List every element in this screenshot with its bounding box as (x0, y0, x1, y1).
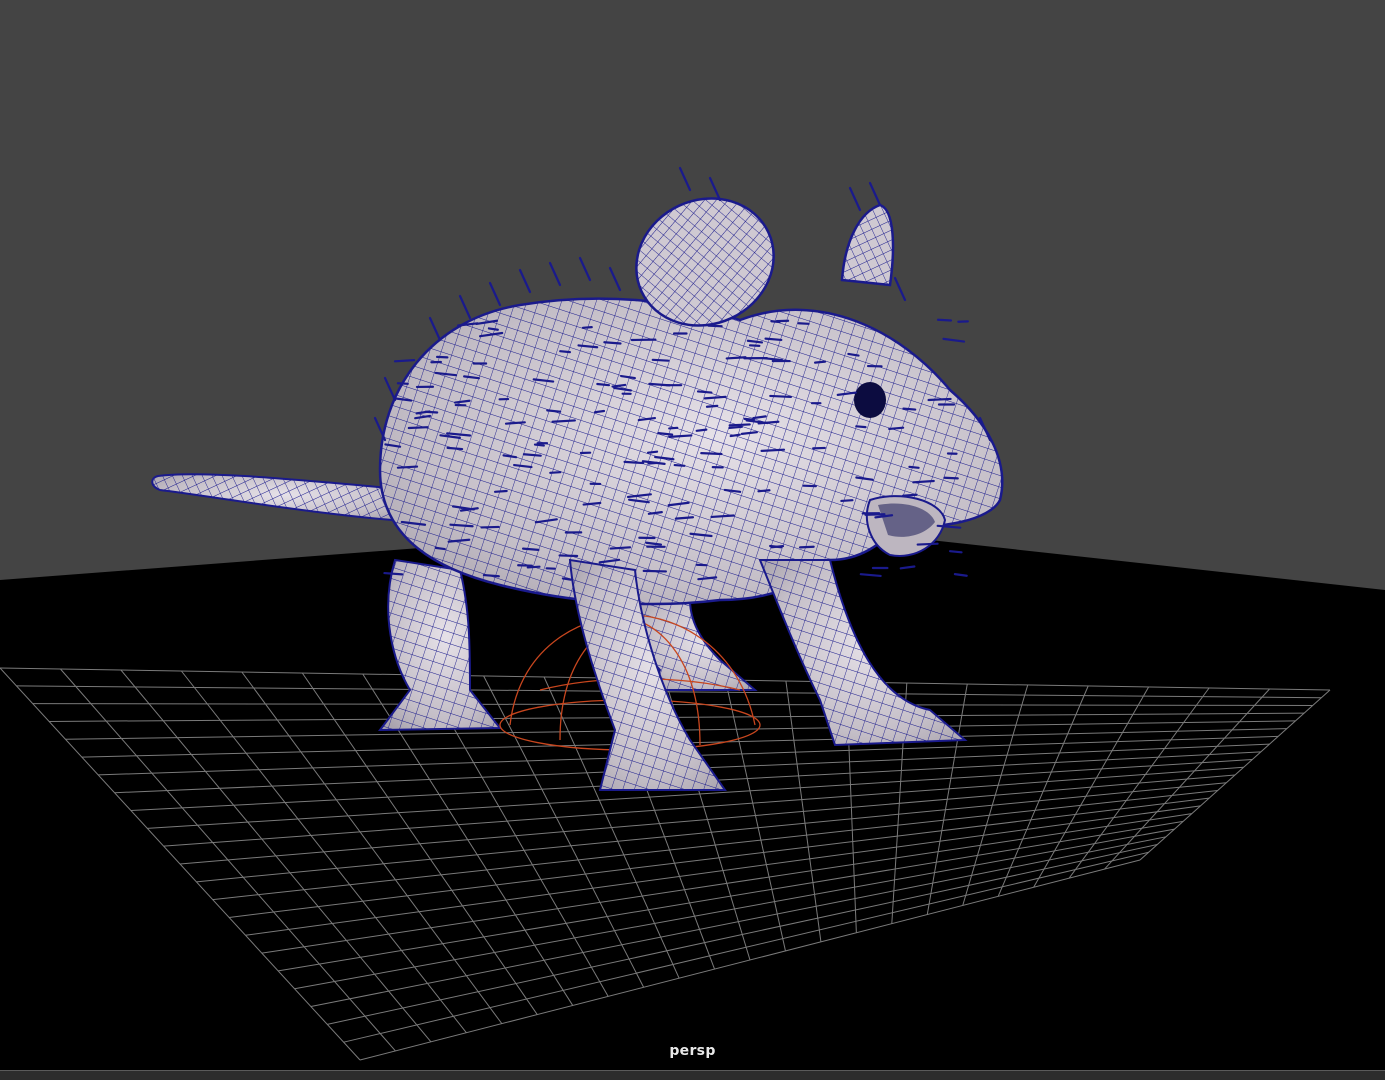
viewport-bottom-bar (0, 1070, 1385, 1080)
3d-viewport[interactable]: persp (0, 0, 1385, 1080)
viewport-scene[interactable] (0, 0, 1385, 1080)
eye (854, 382, 886, 418)
camera-name-label: persp (669, 1043, 716, 1059)
